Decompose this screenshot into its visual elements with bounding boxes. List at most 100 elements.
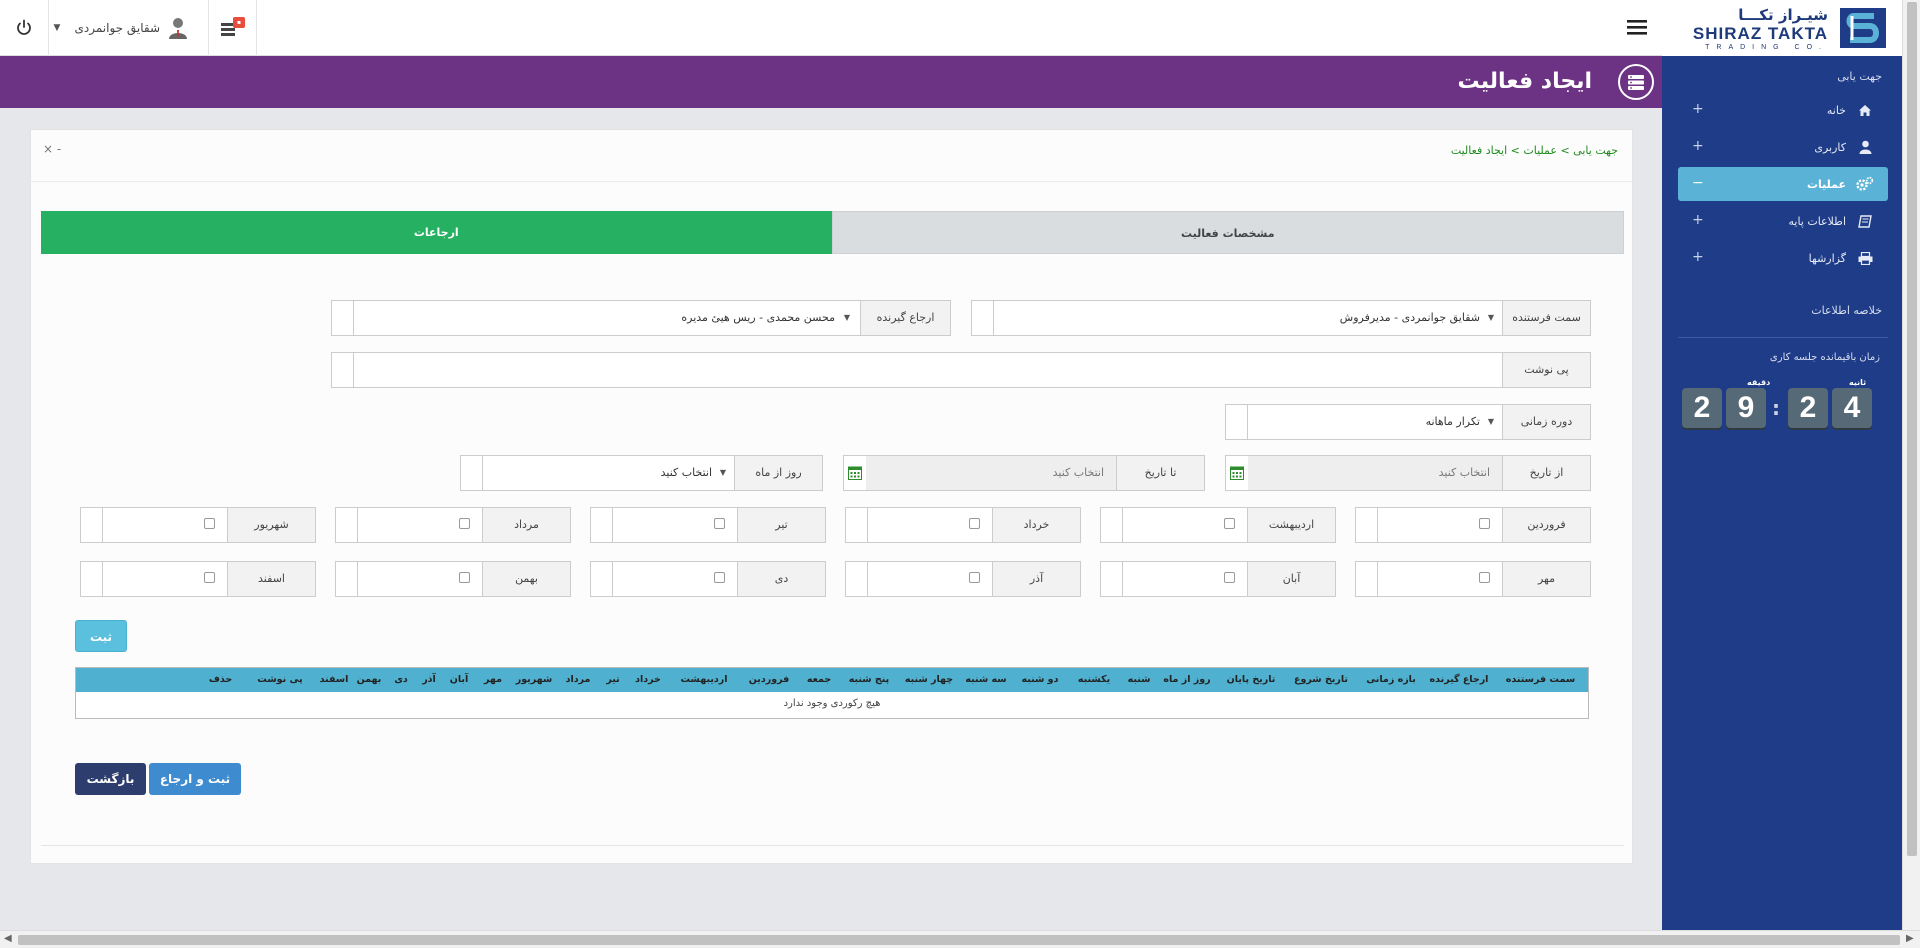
- month-checkbox[interactable]: [969, 572, 980, 583]
- month-checkbox[interactable]: [1479, 518, 1490, 529]
- chevron-down-icon: ▼: [1487, 313, 1494, 322]
- scroll-left-icon[interactable]: ◀: [4, 933, 12, 944]
- sender-label: سمت فرستنده: [1502, 301, 1590, 335]
- month-field[interactable]: مرداد: [335, 507, 571, 543]
- table-header-cell: خرداد: [635, 674, 661, 685]
- day-of-month-label: روز از ماه: [734, 456, 822, 490]
- table-header-cell: فروردین: [748, 674, 790, 685]
- panel-tools[interactable]: × -: [43, 142, 61, 156]
- field-addon: [591, 508, 613, 542]
- note-label: پی نوشت: [1502, 353, 1590, 387]
- month-field[interactable]: دی: [590, 561, 826, 597]
- table-header-cell: تاریخ شروع: [1294, 674, 1348, 685]
- print-icon: [1856, 249, 1874, 267]
- field-addon: [332, 301, 354, 335]
- month-field[interactable]: بهمن: [335, 561, 571, 597]
- month-field[interactable]: آبان: [1100, 561, 1336, 597]
- sender-field[interactable]: سمت فرستنده شقایق جوانمردی - مدیرفروش ▼: [971, 300, 1591, 336]
- field-addon: [846, 508, 868, 542]
- table-header-cell: روز از ماه: [1163, 674, 1211, 685]
- logo-subtitle: TRADING CO.: [1705, 44, 1828, 51]
- month-field[interactable]: شهریور: [80, 507, 316, 543]
- month-field[interactable]: تیر: [590, 507, 826, 543]
- timer-digit: 2: [1682, 388, 1722, 428]
- month-checkbox[interactable]: [969, 518, 980, 529]
- month-checkbox[interactable]: [204, 572, 215, 583]
- day-of-month-value: انتخاب کنید: [660, 466, 712, 479]
- field-addon: [336, 562, 358, 596]
- logo-persian-text: شیـراز تکـــا: [1738, 6, 1828, 24]
- table-header-cell: جمعه: [806, 674, 832, 685]
- nav-heading: جهت یابی: [1837, 70, 1882, 83]
- back-button[interactable]: بازگشت: [75, 763, 146, 795]
- table-header-cell: بازه زمانی: [1366, 674, 1416, 685]
- month-field[interactable]: اسفند: [80, 561, 316, 597]
- timer-digit: 2: [1788, 388, 1828, 428]
- sidebar-item-reports[interactable]: گزارشها +: [1678, 241, 1888, 275]
- day-of-month-field[interactable]: روز از ماه انتخاب کنید ▼: [460, 455, 823, 491]
- breadcrumb[interactable]: جهت یابی > عملیات > ایجاد فعالیت: [1451, 144, 1618, 157]
- month-checkbox[interactable]: [1224, 572, 1235, 583]
- sender-value: شقایق جوانمردی - مدیرفروش: [1339, 311, 1480, 324]
- book-icon: [1856, 212, 1874, 230]
- tab-activity-specs[interactable]: مشخصات فعالیت: [831, 211, 1624, 254]
- month-checkbox[interactable]: [714, 572, 725, 583]
- receiver-field[interactable]: ارجاع گیرنده محسن محمدی - ریس هیئ مدیره …: [331, 300, 951, 336]
- expand-icon: +: [1692, 249, 1704, 265]
- receiver-label: ارجاع گیرنده: [860, 301, 950, 335]
- table-header-cell: ارجاع گیرنده: [1429, 674, 1489, 685]
- field-addon: [1226, 405, 1248, 439]
- month-field[interactable]: خرداد: [845, 507, 1081, 543]
- table-header-cell: تیر: [606, 674, 620, 685]
- scroll-right-icon[interactable]: ▶: [1906, 933, 1914, 944]
- sidebar-item-user[interactable]: کاربری +: [1678, 130, 1888, 164]
- month-checkbox[interactable]: [1479, 572, 1490, 583]
- field-addon: [81, 508, 103, 542]
- month-checkbox[interactable]: [714, 518, 725, 529]
- month-label: شهریور: [227, 508, 315, 542]
- month-checkbox[interactable]: [1224, 518, 1235, 529]
- month-field[interactable]: اردیبهشت: [1100, 507, 1336, 543]
- tasks-icon: [220, 17, 245, 36]
- field-addon: [332, 353, 354, 387]
- receiver-value: محسن محمدی - ریس هیئ مدیره: [681, 311, 835, 324]
- sidebar-item-home[interactable]: خانه +: [1678, 93, 1888, 127]
- expand-icon: +: [1692, 212, 1704, 228]
- submit-button[interactable]: ثبت: [75, 620, 127, 652]
- menu-toggle-button[interactable]: [1624, 12, 1650, 42]
- to-date-field[interactable]: تا تاریخ انتخاب کنید: [843, 455, 1205, 491]
- note-field[interactable]: پی نوشت: [331, 352, 1591, 388]
- divider: [41, 845, 1624, 846]
- period-field[interactable]: دوره زمانی تکرار ماهانه ▼: [1225, 404, 1591, 440]
- table-header-cell: مرداد: [565, 674, 591, 685]
- from-date-label: از تاریخ: [1502, 456, 1590, 490]
- logout-button[interactable]: [0, 0, 49, 56]
- table-header-cell: چهار شنبه: [904, 674, 954, 685]
- month-checkbox[interactable]: [459, 518, 470, 529]
- month-field[interactable]: آذر: [845, 561, 1081, 597]
- month-checkbox[interactable]: [204, 518, 215, 529]
- tab-referrals[interactable]: ارجاعات: [41, 211, 832, 254]
- sidebar-item-label: اطلاعات پایه: [1788, 214, 1846, 228]
- sidebar-divider: [1678, 337, 1888, 338]
- calendar-icon[interactable]: [844, 456, 866, 490]
- power-icon: [17, 19, 31, 35]
- month-label: اردیبهشت: [1247, 508, 1335, 542]
- sidebar-item-base-info[interactable]: اطلاعات پایه +: [1678, 204, 1888, 238]
- table-header-cell: دو شنبه: [1021, 674, 1059, 685]
- chevron-down-icon: ▼: [1487, 417, 1494, 426]
- month-checkbox[interactable]: [459, 572, 470, 583]
- from-date-field[interactable]: از تاریخ انتخاب کنید: [1225, 455, 1591, 491]
- table-header-cell: یکشنبه: [1077, 674, 1111, 685]
- horizontal-scrollbar[interactable]: ◀ ▶: [0, 930, 1920, 948]
- vertical-scrollbar[interactable]: [1902, 0, 1920, 930]
- month-field[interactable]: فروردین: [1355, 507, 1591, 543]
- submit-and-refer-button[interactable]: ثبت و ارجاع: [149, 763, 241, 795]
- table-header-cell: پنج شنبه: [848, 674, 890, 685]
- month-field[interactable]: مهر: [1355, 561, 1591, 597]
- calendar-icon[interactable]: [1226, 456, 1248, 490]
- panel-header: جهت یابی > عملیات > ایجاد فعالیت × -: [31, 130, 1632, 182]
- sidebar-item-operations[interactable]: عملیات −: [1678, 167, 1888, 201]
- notifications-button[interactable]: [209, 0, 257, 56]
- user-menu[interactable]: شقایق جوانمردی ▼: [49, 0, 209, 56]
